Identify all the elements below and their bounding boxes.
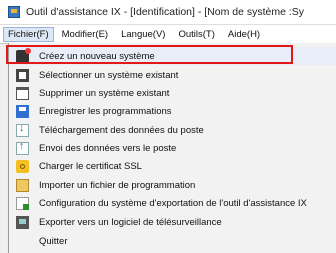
import-file-icon — [16, 178, 29, 192]
menu-item-label: Enregistrer les programmations — [39, 105, 172, 117]
menu-item-label: Téléchargement des données du poste — [39, 124, 204, 136]
menu-item-upload-data[interactable]: Envoi des données vers le poste — [9, 139, 336, 157]
file-menu-dropdown: Créez un nouveau système Sélectionner un… — [8, 43, 336, 253]
menu-item-label: Configuration du système d'exportation d… — [39, 197, 307, 209]
menu-item-label: Supprimer un système existant — [39, 87, 170, 99]
menu-item-label: Envoi des données vers le poste — [39, 142, 177, 154]
menu-item-label: Charger le certificat SSL — [39, 160, 142, 172]
menu-aide[interactable]: Aide(H) — [223, 27, 265, 42]
menu-item-label: Créez un nouveau système — [39, 50, 155, 62]
download-icon — [16, 122, 29, 137]
menu-item-label: Importer un fichier de programmation — [39, 179, 196, 191]
menu-outils[interactable]: Outils(T) — [173, 27, 219, 42]
title-bar: Outil d'assistance IX - [Identification]… — [0, 0, 336, 25]
window-title: Outil d'assistance IX - [Identification]… — [26, 6, 305, 18]
menu-modifier[interactable]: Modifier(E) — [57, 27, 113, 42]
menu-item-save-programming[interactable]: Enregistrer les programmations — [9, 102, 336, 120]
certificate-icon — [16, 159, 29, 173]
menu-item-new-system[interactable]: Créez un nouveau système — [9, 47, 336, 65]
save-icon — [16, 104, 29, 118]
menu-langue[interactable]: Langue(V) — [116, 27, 170, 42]
menu-bar: Fichier(F) Modifier(E) Langue(V) Outils(… — [0, 25, 336, 44]
export-config-icon — [16, 196, 29, 210]
menu-item-download-data[interactable]: Téléchargement des données du poste — [9, 121, 336, 139]
menu-item-quit[interactable]: Quitter — [9, 232, 336, 250]
menu-item-export-monitoring[interactable]: Exporter vers un logiciel de télésurveil… — [9, 213, 336, 231]
menu-item-export-config[interactable]: Configuration du système d'exportation d… — [9, 194, 336, 212]
menu-item-load-ssl[interactable]: Charger le certificat SSL — [9, 157, 336, 175]
menu-item-import-file[interactable]: Importer un fichier de programmation — [9, 176, 336, 194]
select-system-icon — [16, 68, 29, 82]
menu-fichier[interactable]: Fichier(F) — [3, 26, 54, 42]
menu-item-label: Exporter vers un logiciel de télésurveil… — [39, 216, 222, 228]
app-icon — [8, 6, 20, 18]
menu-item-label: Quitter — [39, 235, 68, 247]
menu-item-select-system[interactable]: Sélectionner un système existant — [9, 66, 336, 84]
menu-item-label: Sélectionner un système existant — [39, 69, 179, 81]
new-system-icon — [16, 47, 31, 63]
upload-icon — [16, 140, 29, 155]
menu-item-delete-system[interactable]: Supprimer un système existant — [9, 84, 336, 102]
export-icon — [16, 215, 29, 229]
trash-icon — [16, 86, 29, 100]
